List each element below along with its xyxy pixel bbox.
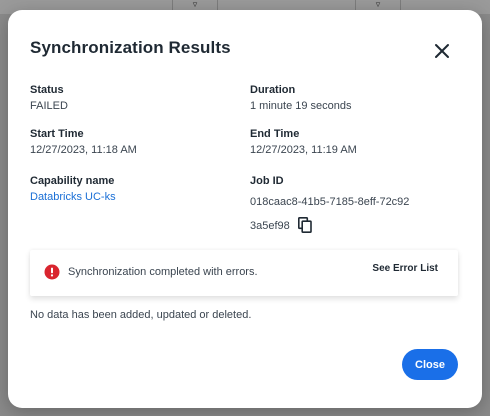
end-time-value: 12/27/2023, 11:19 AM bbox=[250, 144, 357, 156]
start-time-value: 12/27/2023, 11:18 AM bbox=[30, 144, 137, 156]
duration-label: Duration bbox=[250, 84, 296, 96]
dialog-title: Synchronization Results bbox=[30, 38, 231, 57]
status-value: FAILED bbox=[30, 100, 68, 112]
alert-message: Synchronization completed with errors. bbox=[68, 266, 258, 278]
see-error-list-link[interactable]: See Error List bbox=[372, 263, 438, 274]
error-alert: Synchronization completed with errors. S… bbox=[30, 250, 458, 296]
start-time-field: Start Time 12/27/2023, 11:18 AM bbox=[30, 127, 137, 157]
close-button[interactable]: Close bbox=[402, 349, 458, 380]
job-id-value: 018caac8-41b5-7185-8eff-72c923a5ef98 bbox=[250, 190, 410, 242]
capability-field: Capability name Databricks UC-ks bbox=[30, 174, 116, 204]
no-data-note: No data has been added, updated or delet… bbox=[30, 309, 252, 321]
filter-icon: ▿ bbox=[375, 0, 381, 10]
job-id-field: Job ID 018caac8-41b5-7185-8eff-72c923a5e… bbox=[250, 174, 410, 242]
close-icon[interactable] bbox=[432, 41, 452, 61]
copy-icon[interactable] bbox=[297, 217, 312, 242]
status-label: Status bbox=[30, 84, 64, 96]
status-field: Status FAILED bbox=[30, 83, 68, 113]
job-id-label: Job ID bbox=[250, 175, 284, 187]
capability-label: Capability name bbox=[30, 175, 115, 187]
sync-results-dialog: Synchronization Results Status FAILED Du… bbox=[8, 10, 482, 408]
job-id-text: 018caac8-41b5-7185-8eff-72c923a5ef98 bbox=[250, 196, 410, 232]
capability-link[interactable]: Databricks UC-ks bbox=[30, 190, 116, 204]
duration-field: Duration 1 minute 19 seconds bbox=[250, 83, 352, 113]
end-time-field: End Time 12/27/2023, 11:19 AM bbox=[250, 127, 357, 157]
end-time-label: End Time bbox=[250, 128, 300, 140]
duration-value: 1 minute 19 seconds bbox=[250, 100, 352, 112]
error-circle-icon bbox=[44, 264, 60, 285]
filter-icon: ▿ bbox=[192, 0, 198, 10]
start-time-label: Start Time bbox=[30, 128, 84, 140]
